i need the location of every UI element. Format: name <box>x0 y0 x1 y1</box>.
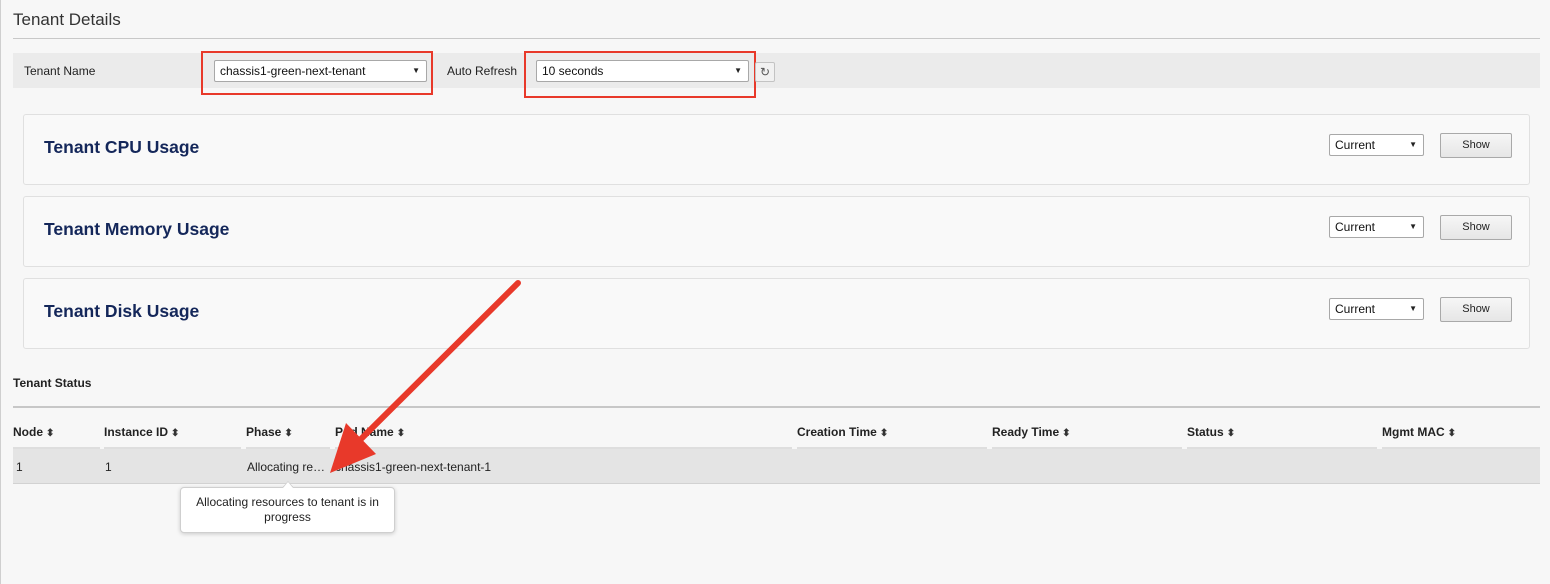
page-left-border <box>0 0 1 584</box>
column-header-label: Ready Time <box>992 425 1060 439</box>
column-header-node[interactable]: Node ⬍ <box>13 425 54 439</box>
sort-icon: ⬍ <box>1062 428 1071 439</box>
disk-range-select[interactable]: Current ▼ <box>1329 298 1424 320</box>
chevron-down-icon: ▼ <box>1409 222 1417 231</box>
column-header-label: Phase <box>246 425 282 439</box>
cell-pod-name: chassis1-green-next-tenant-1 <box>335 460 492 474</box>
disk-usage-title: Tenant Disk Usage <box>44 301 200 321</box>
column-header-label: Creation Time <box>797 425 877 439</box>
column-header-ready-time[interactable]: Ready Time ⬍ <box>992 425 1071 439</box>
cpu-range-select[interactable]: Current ▼ <box>1329 134 1424 156</box>
sort-icon: ⬍ <box>1226 428 1236 439</box>
sort-icon: ⬍ <box>46 428 55 439</box>
memory-show-button[interactable]: Show <box>1440 215 1512 240</box>
disk-show-button[interactable]: Show <box>1440 297 1512 322</box>
column-header-label: Status <box>1187 425 1224 439</box>
column-header-instance-id[interactable]: Instance ID ⬍ <box>104 425 179 439</box>
refresh-button[interactable]: ↻ <box>755 62 775 82</box>
memory-range-select[interactable]: Current ▼ <box>1329 216 1424 238</box>
chevron-down-icon: ▼ <box>1409 304 1417 313</box>
column-header-pod-name[interactable]: Pod Name ⬍ <box>335 425 405 439</box>
cpu-usage-title: Tenant CPU Usage <box>44 137 200 157</box>
cpu-usage-panel: Tenant CPU Usage Current ▼ Show <box>23 114 1530 185</box>
column-header-label: Pod Name <box>335 425 394 439</box>
cell-phase[interactable]: Allocating re… <box>247 460 325 474</box>
memory-range-value: Current <box>1335 220 1376 234</box>
column-header-label: Node <box>13 425 43 439</box>
column-header-status[interactable]: Status ⬍ <box>1187 425 1235 439</box>
tenant-name-label: Tenant Name <box>24 64 96 78</box>
disk-usage-panel: Tenant Disk Usage Current ▼ Show <box>23 278 1530 349</box>
page-title: Tenant Details <box>13 10 121 29</box>
title-divider <box>13 38 1540 39</box>
column-header-label: Mgmt MAC <box>1382 425 1445 439</box>
tenant-status-title: Tenant Status <box>13 376 92 390</box>
disk-range-value: Current <box>1335 302 1376 316</box>
memory-usage-panel: Tenant Memory Usage Current ▼ Show <box>23 196 1530 267</box>
sort-icon: ⬍ <box>879 428 889 439</box>
cpu-show-button[interactable]: Show <box>1440 133 1512 158</box>
column-header-label: Instance ID <box>104 425 169 439</box>
cell-instance-id: 1 <box>105 460 112 474</box>
refresh-icon: ↻ <box>759 65 771 79</box>
column-header-creation-time[interactable]: Creation Time ⬍ <box>797 425 888 439</box>
cell-node: 1 <box>16 460 23 474</box>
sort-icon: ⬍ <box>171 428 180 439</box>
auto-refresh-label: Auto Refresh <box>447 64 518 78</box>
phase-tooltip: Allocating resources to tenant is in pro… <box>180 487 395 533</box>
table-top-rule <box>13 406 1540 408</box>
highlight-box-tenant-name <box>201 51 433 95</box>
cpu-range-value: Current <box>1335 138 1376 152</box>
chevron-down-icon: ▼ <box>1409 140 1417 149</box>
highlight-box-auto-refresh <box>524 51 756 98</box>
tooltip-notch-inner <box>283 482 293 488</box>
table-row[interactable] <box>13 449 1540 484</box>
memory-usage-title: Tenant Memory Usage <box>44 219 230 239</box>
column-header-phase[interactable]: Phase ⬍ <box>246 425 293 439</box>
sort-icon: ⬍ <box>284 428 293 439</box>
column-header-mgmt-mac[interactable]: Mgmt MAC ⬍ <box>1382 425 1456 439</box>
sort-icon: ⬍ <box>396 428 406 439</box>
sort-icon: ⬍ <box>1447 428 1457 439</box>
